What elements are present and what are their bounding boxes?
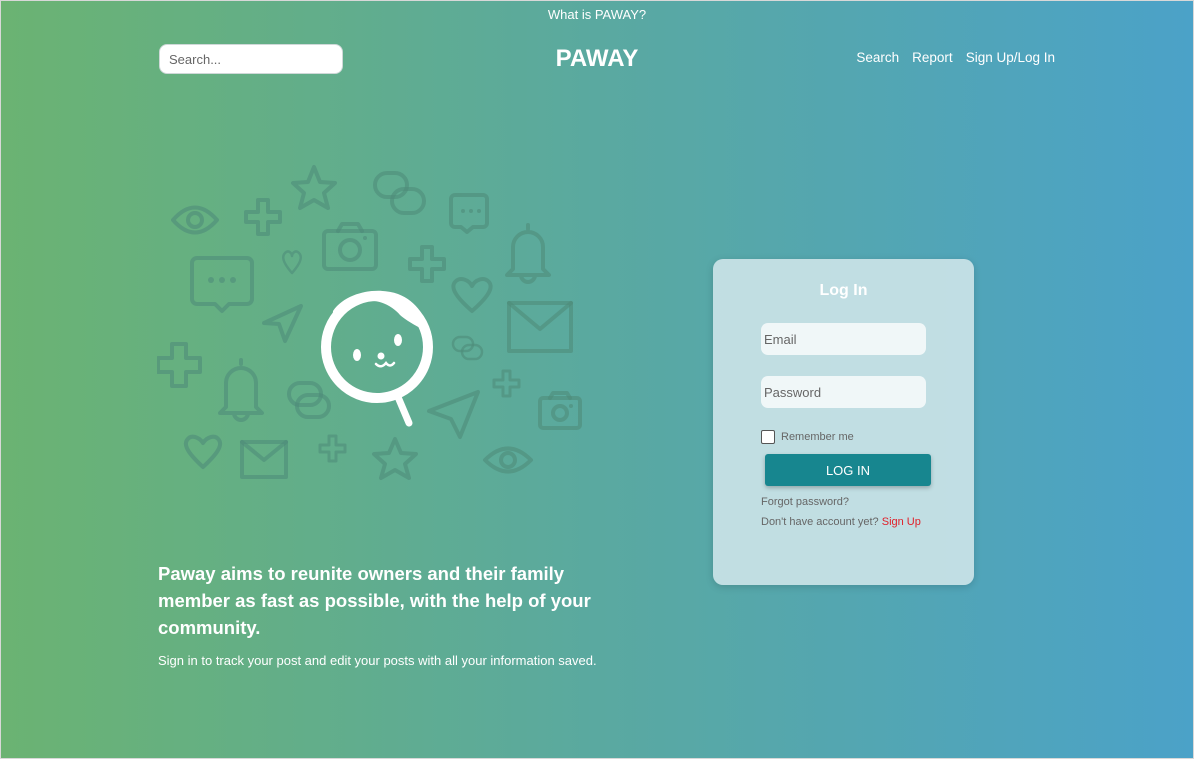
plus-icon [318,434,347,463]
search-input[interactable] [159,44,343,74]
nav-search-link[interactable]: Search [856,50,899,65]
link-icon [373,171,426,215]
signup-prompt: Don't have account yet? Sign Up [761,516,921,528]
camera-icon [538,391,582,430]
brand-title[interactable]: PAWAY [556,45,639,72]
camera-icon [322,222,378,271]
mail-icon [240,440,288,479]
hero-subline: Sign in to track your post and edit your… [158,653,597,668]
hero-illustration [157,165,582,480]
chat-bubble-icon [190,256,254,313]
send-icon [262,304,303,343]
plus-icon [244,198,282,236]
no-account-text: Don't have account yet? [761,516,882,528]
nav-report-link[interactable]: Report [912,50,953,65]
bell-icon [505,223,551,284]
eye-icon [483,446,533,474]
login-button[interactable]: LOG IN [765,454,931,486]
link-icon [451,335,484,361]
login-card: Log In Remember me LOG IN Forgot passwor… [713,259,974,585]
plus-icon [408,245,446,283]
hero-headline: Paway aims to reunite owners and their f… [158,563,591,638]
what-is-paway-link[interactable]: What is PAWAY? [1,7,1193,22]
email-field[interactable] [761,323,926,355]
magnifier-cat-icon [321,290,433,427]
signup-link[interactable]: Sign Up [882,516,921,528]
heart-icon [282,250,302,275]
remember-me-row: Remember me [761,430,854,444]
star-icon [372,437,418,480]
send-icon [427,390,480,439]
login-title: Log In [819,282,868,299]
mail-icon [507,301,573,353]
top-nav: Search Report Sign Up/Log In [856,50,1055,65]
star-icon [291,165,337,210]
heart-icon [183,434,223,469]
nav-signup-login-link[interactable]: Sign Up/Log In [966,50,1055,65]
plus-icon [157,342,202,388]
link-icon [287,381,331,419]
heart-icon [451,277,493,313]
plus-icon [492,369,521,398]
chat-bubble-icon [449,193,489,234]
bell-icon [218,358,264,422]
eye-icon [171,205,219,235]
remember-me-label[interactable]: Remember me [781,431,854,443]
password-field[interactable] [761,376,926,408]
forgot-password-link[interactable]: Forgot password? [761,496,849,508]
remember-me-checkbox[interactable] [761,430,775,444]
